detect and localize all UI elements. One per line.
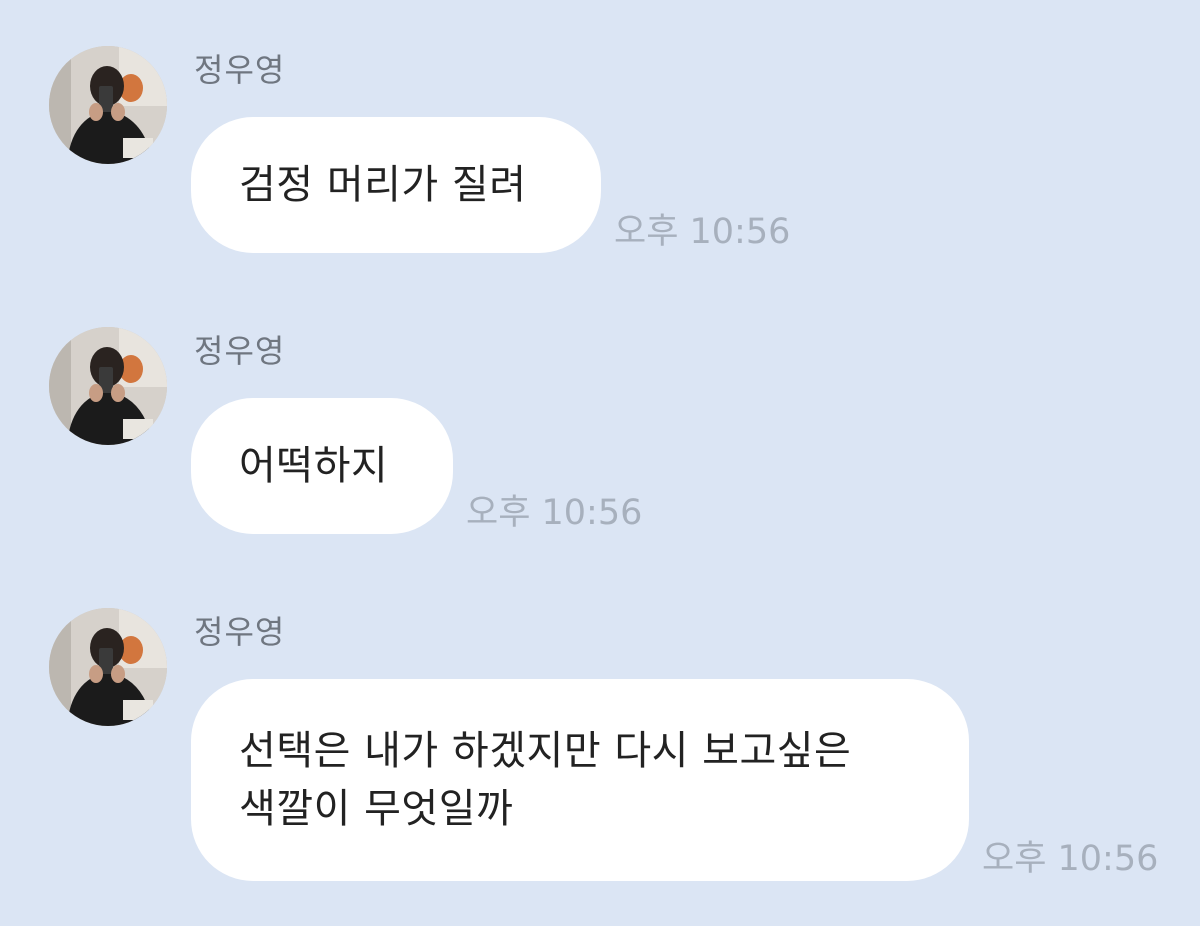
message-bubble[interactable]: 검정 머리가 질려 [191, 117, 601, 253]
message-timestamp: 오후 10:56 [614, 212, 791, 252]
message-text: 검정 머리가 질려 [239, 162, 527, 208]
sender-avatar[interactable] [49, 608, 167, 726]
message-text-line: 선택은 내가 하겠지만 다시 보고싶은 [239, 728, 852, 774]
profile-photo-avatar [49, 327, 167, 445]
profile-photo-avatar [49, 608, 167, 726]
message-text: 어떡하지 [239, 443, 389, 489]
sender-name: 정우영 [194, 332, 286, 370]
profile-photo-avatar [49, 46, 167, 164]
sender-name: 정우영 [194, 613, 286, 651]
sender-avatar[interactable] [49, 46, 167, 164]
sender-name: 정우영 [194, 51, 286, 89]
message-timestamp: 오후 10:56 [466, 493, 643, 533]
message-text-line: 색깔이 무엇일까 [239, 786, 514, 832]
message-bubble[interactable]: 어떡하지 [191, 398, 453, 534]
message-bubble[interactable]: 선택은 내가 하겠지만 다시 보고싶은 색깔이 무엇일까 [191, 679, 969, 881]
sender-avatar[interactable] [49, 327, 167, 445]
message-timestamp: 오후 10:56 [982, 839, 1159, 879]
